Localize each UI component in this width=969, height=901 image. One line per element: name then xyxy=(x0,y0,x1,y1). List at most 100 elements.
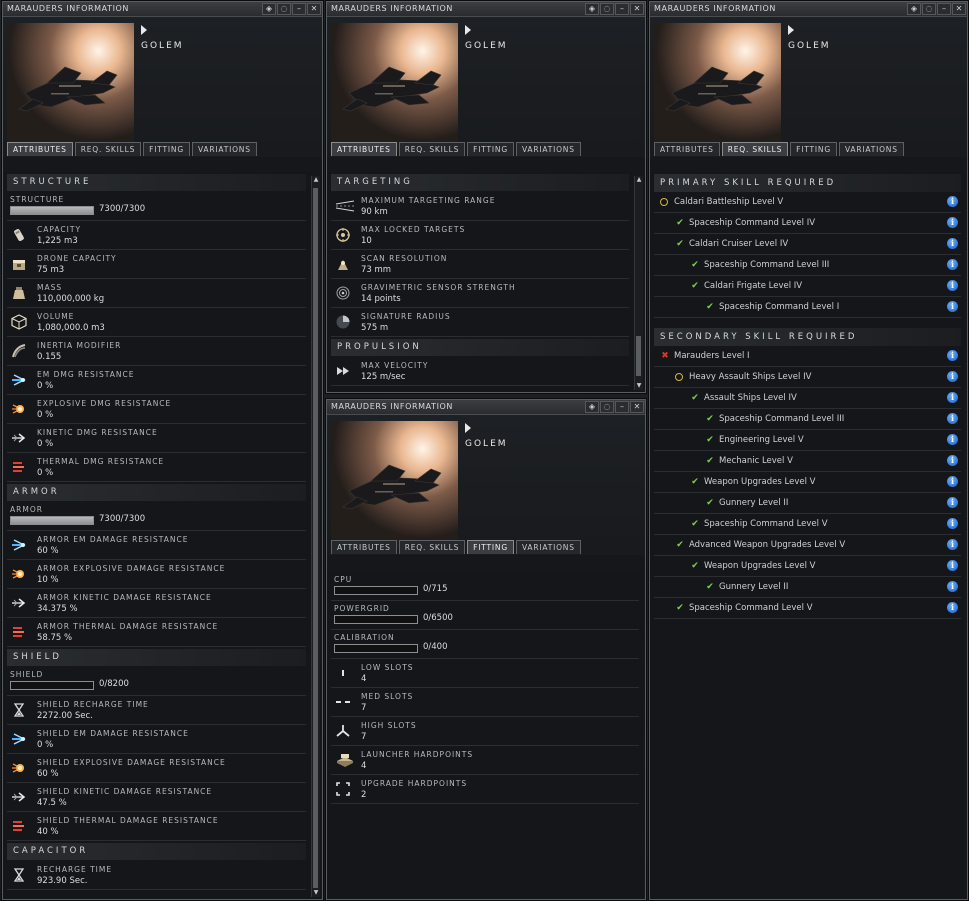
close-button[interactable]: ✕ xyxy=(630,3,644,15)
scroll-down-icon[interactable]: ▼ xyxy=(312,889,320,897)
settings-button[interactable]: ◈ xyxy=(585,401,599,413)
minimize-button[interactable]: – xyxy=(615,3,629,15)
scroll-up-icon[interactable]: ▲ xyxy=(312,176,320,184)
skill-row[interactable]: Caldari Battleship Level V i xyxy=(654,192,961,213)
skill-name[interactable]: Spaceship Command Level IV xyxy=(689,218,815,228)
info-icon[interactable]: i xyxy=(947,476,958,487)
skill-name[interactable]: Marauders Level I xyxy=(674,351,750,361)
close-button[interactable]: ✕ xyxy=(952,3,966,15)
skill-row[interactable]: ✔ Caldari Cruiser Level IV i xyxy=(654,234,961,255)
tab-fitting[interactable]: FITTING xyxy=(143,142,190,156)
skill-name[interactable]: Spaceship Command Level I xyxy=(719,302,839,312)
tab-attributes[interactable]: ATTRIBUTES xyxy=(331,142,397,156)
expand-triangle-icon[interactable] xyxy=(465,25,471,35)
info-icon[interactable]: i xyxy=(947,434,958,445)
pin-button[interactable]: ◌ xyxy=(600,3,614,15)
skill-name[interactable]: Caldari Frigate Level IV xyxy=(704,281,802,291)
skill-name[interactable]: Spaceship Command Level V xyxy=(689,603,813,613)
tab-attributes[interactable]: ATTRIBUTES xyxy=(7,142,73,156)
skill-row[interactable]: ✔ Gunnery Level II i xyxy=(654,493,961,514)
skill-row[interactable]: ✔ Caldari Frigate Level IV i xyxy=(654,276,961,297)
settings-button[interactable]: ◈ xyxy=(907,3,921,15)
info-icon[interactable]: i xyxy=(947,392,958,403)
minimize-button[interactable]: – xyxy=(615,401,629,413)
skill-name[interactable]: Caldari Cruiser Level IV xyxy=(689,239,788,249)
skill-name[interactable]: Mechanic Level V xyxy=(719,456,793,466)
info-icon[interactable]: i xyxy=(947,497,958,508)
title-bar[interactable]: MARAUDERS INFORMATION ◈ ◌ – ✕ xyxy=(650,2,967,17)
info-icon[interactable]: i xyxy=(947,518,958,529)
skill-row[interactable]: ✔ Spaceship Command Level V i xyxy=(654,514,961,535)
title-bar[interactable]: MARAUDERS INFORMATION ◈ ◌ – ✕ xyxy=(327,400,645,415)
settings-button[interactable]: ◈ xyxy=(585,3,599,15)
tab-req-skills[interactable]: REQ. SKILLS xyxy=(74,142,142,156)
info-icon[interactable]: i xyxy=(947,259,958,270)
tab-attributes[interactable]: ATTRIBUTES xyxy=(331,540,397,554)
info-icon[interactable]: i xyxy=(947,560,958,571)
tab-req-skills[interactable]: REQ. SKILLS xyxy=(398,540,466,554)
skill-name[interactable]: Assault Ships Level IV xyxy=(704,393,797,403)
skill-name[interactable]: Spaceship Command Level V xyxy=(704,519,828,529)
close-button[interactable]: ✕ xyxy=(307,3,321,15)
tab-variations[interactable]: VARIATIONS xyxy=(191,142,257,156)
skill-row[interactable]: ✔ Weapon Upgrades Level V i xyxy=(654,472,961,493)
close-button[interactable]: ✕ xyxy=(630,401,644,413)
skill-row[interactable]: ✔ Gunnery Level II i xyxy=(654,577,961,598)
skill-row[interactable]: ✔ Spaceship Command Level V i xyxy=(654,598,961,619)
settings-button[interactable]: ◈ xyxy=(262,3,276,15)
tab-variations[interactable]: VARIATIONS xyxy=(515,540,581,554)
minimize-button[interactable]: – xyxy=(937,3,951,15)
title-bar[interactable]: MARAUDERS INFORMATION ◈ ◌ – ✕ xyxy=(327,2,645,17)
skill-row[interactable]: Heavy Assault Ships Level IV i xyxy=(654,367,961,388)
scroll-down-icon[interactable]: ▼ xyxy=(635,382,643,390)
pin-button[interactable]: ◌ xyxy=(277,3,291,15)
skill-name[interactable]: Gunnery Level II xyxy=(719,498,788,508)
info-icon[interactable]: i xyxy=(947,350,958,361)
tab-fitting[interactable]: FITTING xyxy=(790,142,837,156)
title-bar[interactable]: MARAUDERS INFORMATION ◈ ◌ – ✕ xyxy=(3,2,322,17)
skill-name[interactable]: Weapon Upgrades Level V xyxy=(704,561,815,571)
info-icon[interactable]: i xyxy=(947,413,958,424)
expand-triangle-icon[interactable] xyxy=(141,25,147,35)
expand-triangle-icon[interactable] xyxy=(465,423,471,433)
skill-row[interactable]: ✔ Spaceship Command Level III i xyxy=(654,409,961,430)
info-icon[interactable]: i xyxy=(947,602,958,613)
info-icon[interactable]: i xyxy=(947,539,958,550)
skill-name[interactable]: Advanced Weapon Upgrades Level V xyxy=(689,540,845,550)
skill-row[interactable]: ✔ Spaceship Command Level IV i xyxy=(654,213,961,234)
expand-triangle-icon[interactable] xyxy=(788,25,794,35)
info-icon[interactable]: i xyxy=(947,301,958,312)
pin-button[interactable]: ◌ xyxy=(600,401,614,413)
tab-attributes[interactable]: ATTRIBUTES xyxy=(654,142,720,156)
scroll-thumb[interactable] xyxy=(313,188,318,888)
skill-name[interactable]: Spaceship Command Level III xyxy=(704,260,829,270)
skill-row[interactable]: ✔ Spaceship Command Level III i xyxy=(654,255,961,276)
minimize-button[interactable]: – xyxy=(292,3,306,15)
tab-variations[interactable]: VARIATIONS xyxy=(515,142,581,156)
info-icon[interactable]: i xyxy=(947,455,958,466)
targeting-scrollbar[interactable]: ▲ ▼ xyxy=(634,176,643,390)
tab-req-skills[interactable]: REQ. SKILLS xyxy=(721,142,789,156)
info-icon[interactable]: i xyxy=(947,581,958,592)
skill-name[interactable]: Caldari Battleship Level V xyxy=(674,197,783,207)
pin-button[interactable]: ◌ xyxy=(922,3,936,15)
skill-name[interactable]: Engineering Level V xyxy=(719,435,804,445)
skill-row[interactable]: ✔ Mechanic Level V i xyxy=(654,451,961,472)
tab-fitting[interactable]: FITTING xyxy=(467,142,514,156)
tab-variations[interactable]: VARIATIONS xyxy=(838,142,904,156)
info-icon[interactable]: i xyxy=(947,196,958,207)
info-icon[interactable]: i xyxy=(947,238,958,249)
skill-row[interactable]: ✔ Weapon Upgrades Level V i xyxy=(654,556,961,577)
skill-name[interactable]: Weapon Upgrades Level V xyxy=(704,477,815,487)
info-icon[interactable]: i xyxy=(947,217,958,228)
info-icon[interactable]: i xyxy=(947,280,958,291)
tab-req-skills[interactable]: REQ. SKILLS xyxy=(398,142,466,156)
scroll-up-icon[interactable]: ▲ xyxy=(635,176,643,184)
attributes-scrollbar[interactable]: ▲ ▼ xyxy=(311,176,320,897)
tab-fitting[interactable]: FITTING xyxy=(467,540,514,554)
skill-name[interactable]: Spaceship Command Level III xyxy=(719,414,844,424)
skill-row[interactable]: ✔ Spaceship Command Level I i xyxy=(654,297,961,318)
skill-row[interactable]: ✔ Advanced Weapon Upgrades Level V i xyxy=(654,535,961,556)
skill-row[interactable]: ✖ Marauders Level I i xyxy=(654,346,961,367)
skill-name[interactable]: Heavy Assault Ships Level IV xyxy=(689,372,811,382)
